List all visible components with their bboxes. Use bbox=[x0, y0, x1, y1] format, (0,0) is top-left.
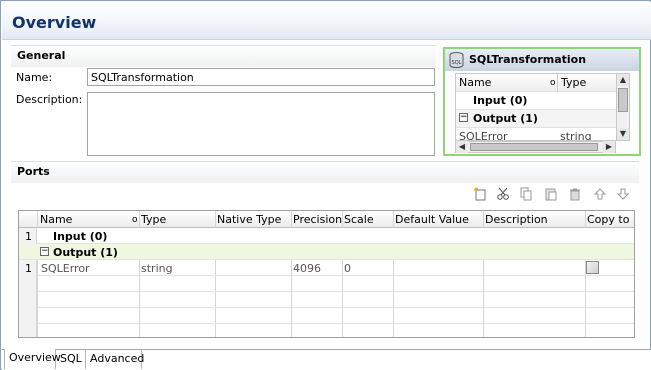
transformation-panel-title: SQLTransformation bbox=[469, 53, 587, 66]
transformation-ports-list[interactable]: Name o Type Input (0) − Output (1) SQLEr… bbox=[455, 73, 626, 141]
row-number-cell: 1 bbox=[19, 260, 37, 276]
mini-port-name: SQLError bbox=[459, 130, 508, 141]
empty-row bbox=[19, 276, 634, 292]
column-header-precision[interactable]: Precision bbox=[293, 213, 342, 226]
row-number-cell bbox=[19, 276, 37, 292]
transformation-panel-header: SQL SQLTransformation bbox=[445, 49, 639, 71]
sort-icon: o bbox=[550, 78, 556, 88]
output-group-label: Output (1) bbox=[53, 246, 118, 259]
input-group-label: Input (0) bbox=[53, 230, 108, 243]
paste-icon[interactable] bbox=[542, 185, 560, 203]
scroll-down-icon[interactable]: ▼ bbox=[617, 128, 629, 140]
collapse-icon[interactable]: − bbox=[40, 247, 49, 256]
sql-transformation-icon: SQL bbox=[449, 52, 464, 68]
empty-row bbox=[19, 308, 634, 324]
editor-tabs: Overview SQL Advanced bbox=[2, 349, 651, 370]
general-section-header: General bbox=[11, 45, 436, 67]
mini-input-group[interactable]: Input (0) bbox=[456, 92, 625, 110]
row-number-cell bbox=[19, 292, 37, 308]
output-group-row[interactable]: − Output (1) bbox=[19, 244, 634, 260]
mini-vertical-scrollbar[interactable]: ▲ ▼ bbox=[616, 73, 630, 141]
sort-icon: o bbox=[132, 215, 138, 225]
copy-icon[interactable] bbox=[517, 185, 535, 203]
page-title: Overview bbox=[12, 13, 97, 32]
description-label: Description: bbox=[16, 93, 83, 106]
mini-port-type: string bbox=[560, 130, 592, 141]
description-field[interactable] bbox=[87, 92, 435, 156]
row-number-cell bbox=[19, 324, 37, 337]
mini-input-group-label: Input (0) bbox=[473, 94, 528, 107]
properties-view: Overview General Name: Description: SQL … bbox=[0, 0, 651, 370]
column-header-type[interactable]: Type bbox=[141, 213, 166, 226]
mini-grid-header: Name o Type bbox=[456, 74, 625, 92]
copy-to-output-checkbox[interactable] bbox=[586, 261, 599, 274]
mini-col-name: Name bbox=[459, 76, 492, 89]
ports-table[interactable]: Name o Type Native Type Precision Scale … bbox=[18, 210, 635, 338]
tab-advanced[interactable]: Advanced bbox=[86, 350, 144, 369]
mini-output-group-label: Output (1) bbox=[473, 112, 538, 125]
tab-overview[interactable]: Overview bbox=[4, 349, 61, 369]
move-up-icon[interactable] bbox=[591, 185, 609, 203]
column-header-description[interactable]: Description bbox=[485, 213, 548, 226]
general-section-label: General bbox=[17, 49, 66, 62]
ports-section-label: Ports bbox=[17, 165, 50, 178]
input-group-row[interactable]: 1 Input (0) bbox=[19, 228, 634, 244]
mini-horizontal-scrollbar[interactable]: ◀ ▶ bbox=[455, 141, 616, 153]
port-type-cell[interactable]: string bbox=[141, 262, 173, 275]
empty-row bbox=[19, 324, 634, 337]
delete-icon[interactable] bbox=[566, 185, 584, 203]
cut-icon[interactable] bbox=[494, 185, 512, 203]
empty-row bbox=[19, 292, 634, 308]
transformation-panel: SQL SQLTransformation Name o Type Input … bbox=[443, 47, 641, 156]
port-name-cell[interactable]: SQLError bbox=[41, 262, 90, 275]
row-number: 1 bbox=[25, 262, 32, 275]
new-port-icon[interactable] bbox=[471, 185, 489, 203]
mini-col-type: Type bbox=[557, 74, 586, 92]
overview-header: Overview bbox=[2, 2, 651, 40]
scroll-thumb-horizontal[interactable] bbox=[470, 143, 598, 151]
name-field[interactable] bbox=[87, 68, 435, 86]
mini-output-group[interactable]: − Output (1) bbox=[456, 110, 625, 128]
collapse-icon[interactable]: − bbox=[459, 113, 468, 122]
tab-sql[interactable]: SQL bbox=[56, 350, 86, 369]
row-number-cell bbox=[19, 308, 37, 324]
column-header-default-value[interactable]: Default Value bbox=[395, 213, 469, 226]
name-label: Name: bbox=[16, 71, 53, 84]
move-down-icon[interactable] bbox=[614, 185, 632, 203]
port-precision-cell[interactable]: 4096 bbox=[293, 262, 321, 275]
ports-table-header: Name o Type Native Type Precision Scale … bbox=[19, 211, 634, 239]
ports-section-header: Ports bbox=[11, 161, 639, 183]
scroll-right-icon[interactable]: ▶ bbox=[603, 141, 615, 153]
scroll-thumb[interactable] bbox=[618, 88, 628, 112]
scroll-left-icon[interactable]: ◀ bbox=[456, 141, 468, 153]
column-header-name[interactable]: Name bbox=[40, 213, 72, 226]
column-header-scale[interactable]: Scale bbox=[344, 213, 374, 226]
row-number: 1 bbox=[25, 230, 32, 243]
row-number-cell: 1 bbox=[19, 228, 37, 244]
scroll-up-icon[interactable]: ▲ bbox=[617, 74, 629, 86]
svg-text:SQL: SQL bbox=[452, 60, 462, 66]
port-scale-cell[interactable]: 0 bbox=[344, 262, 351, 275]
mini-port-row[interactable]: SQLError string bbox=[456, 128, 625, 141]
table-row[interactable]: 1 SQLError string 4096 0 bbox=[19, 260, 634, 276]
column-header-native-type[interactable]: Native Type bbox=[217, 213, 281, 226]
